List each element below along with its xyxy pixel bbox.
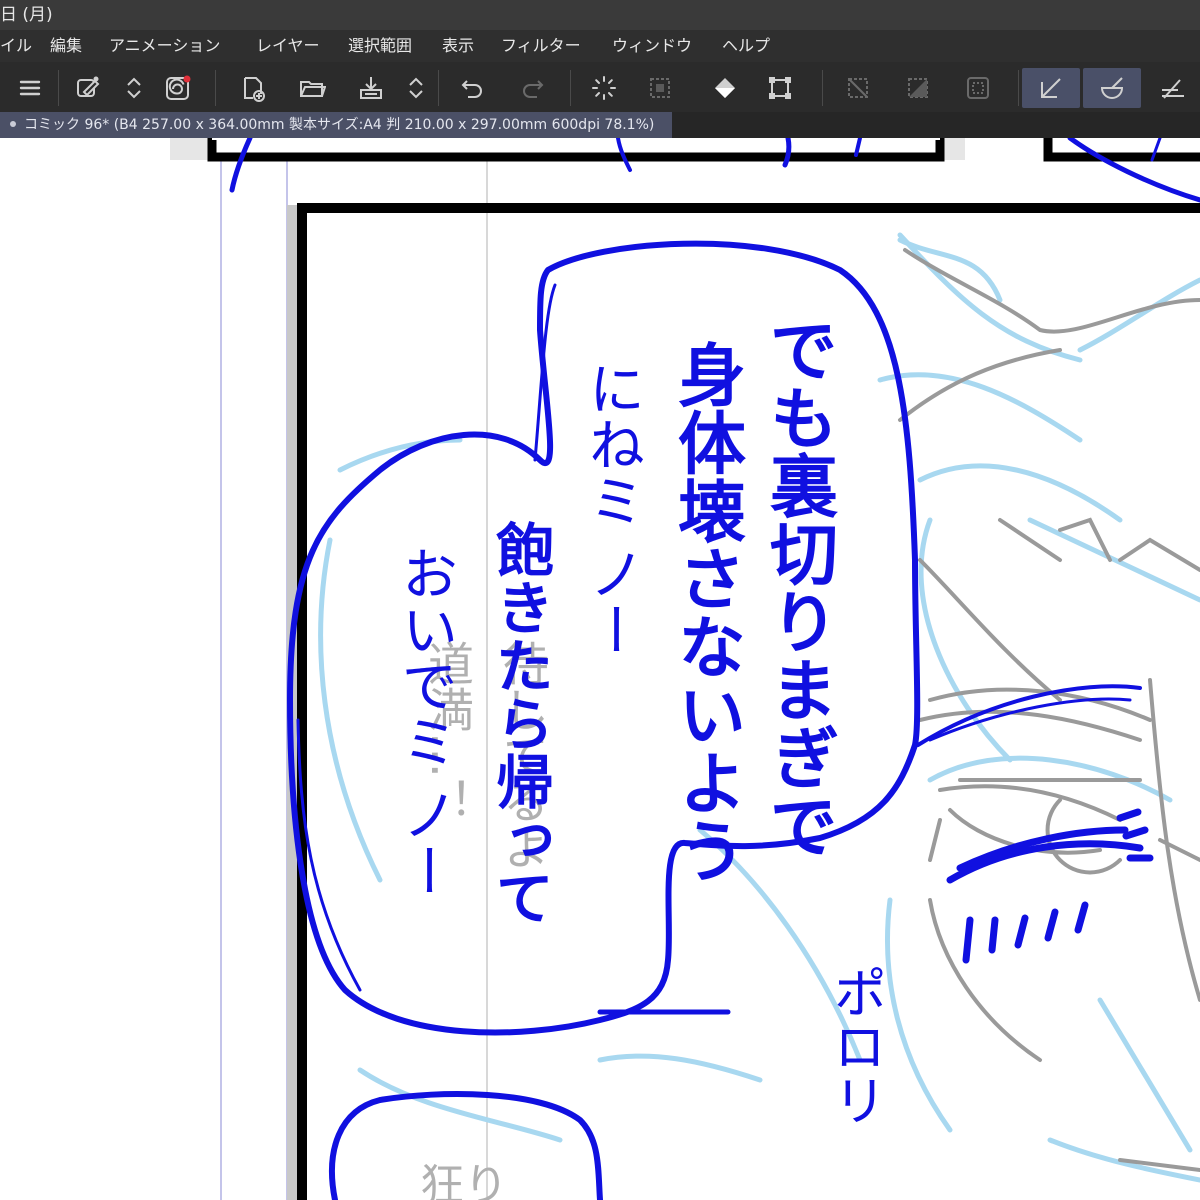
- bubble-line-4: 飽きたら帰って: [486, 520, 554, 926]
- sound-effect-text: ポロリ: [824, 965, 887, 1127]
- loading-spinner-icon[interactable]: [584, 68, 624, 108]
- grid-snap-icon[interactable]: [1152, 68, 1192, 108]
- special-ruler-snap-icon[interactable]: [1083, 68, 1141, 108]
- open-folder-icon[interactable]: [292, 68, 332, 108]
- eyedropper-settings-icon[interactable]: [68, 68, 108, 108]
- eye-lashes: [946, 808, 1154, 964]
- menu-bar: イル 編集 アニメーション レイヤー 選択範囲 表示 フィルター ウィンドウ ヘ…: [0, 30, 1200, 62]
- bubble-line-5: おいでミ ノー: [393, 545, 458, 899]
- up-down-arrows-icon[interactable]: [396, 68, 436, 108]
- new-document-icon[interactable]: [233, 68, 273, 108]
- swirl-notification-icon[interactable]: [158, 68, 198, 108]
- up-down-arrows-icon[interactable]: [114, 68, 154, 108]
- document-tab[interactable]: コミック 96* (B4 257.00 x 364.00mm 製本サイズ:A4 …: [0, 112, 672, 138]
- undo-icon[interactable]: [453, 68, 493, 108]
- command-bar: [0, 62, 1200, 112]
- selection-grid-icon[interactable]: [640, 68, 680, 108]
- faint-text-bottom: 狂り: [420, 1160, 508, 1200]
- menu-help[interactable]: ヘルプ: [722, 30, 770, 62]
- selection-border-icon[interactable]: [958, 68, 998, 108]
- ruler-snap-icon[interactable]: [1022, 68, 1080, 108]
- menu-view[interactable]: 表示: [442, 30, 474, 62]
- menu-selection[interactable]: 選択範囲: [348, 30, 412, 62]
- bubble-line-3: にねミ ノー: [580, 360, 645, 658]
- clear-selection-icon[interactable]: [838, 68, 878, 108]
- menu-edit[interactable]: 編集: [50, 30, 82, 62]
- menu-animation[interactable]: アニメーション: [109, 30, 220, 62]
- bubble-line-1: でも裏切りまぎで: [758, 315, 838, 859]
- title-bar: 日 (月): [0, 0, 1200, 30]
- redo-icon[interactable]: [512, 68, 552, 108]
- fill-bucket-icon[interactable]: [705, 68, 745, 108]
- menu-layer[interactable]: レイヤー: [256, 30, 320, 62]
- document-tab-label: コミック 96* (B4 257.00 x 364.00mm 製本サイズ:A4 …: [24, 117, 655, 133]
- canvas-artwork: 道満…！ 待してるよ 狂り でも裏切りまぎで 身体壊さないよう にねミ ノー 飽…: [170, 138, 1200, 1200]
- menu-filter[interactable]: フィルター: [501, 30, 581, 62]
- hamburger-menu-icon[interactable]: [10, 68, 50, 108]
- modified-dot-icon: [10, 121, 16, 127]
- sketch-gray: [898, 248, 1200, 1172]
- window-title: 日 (月): [0, 5, 53, 25]
- document-tab-bar: コミック 96* (B4 257.00 x 364.00mm 製本サイズ:A4 …: [0, 112, 1200, 138]
- drawing-canvas[interactable]: 道満…！ 待してるよ 狂り でも裏切りまぎで 身体壊さないよう にねミ ノー 飽…: [0, 138, 1200, 1200]
- transform-icon[interactable]: [760, 68, 800, 108]
- invert-selection-icon[interactable]: [898, 68, 938, 108]
- save-icon[interactable]: [351, 68, 391, 108]
- bubble-line-2: 身体壊さないよう: [666, 340, 746, 884]
- menu-file[interactable]: イル: [0, 30, 32, 62]
- menu-window[interactable]: ウィンドウ: [612, 30, 692, 62]
